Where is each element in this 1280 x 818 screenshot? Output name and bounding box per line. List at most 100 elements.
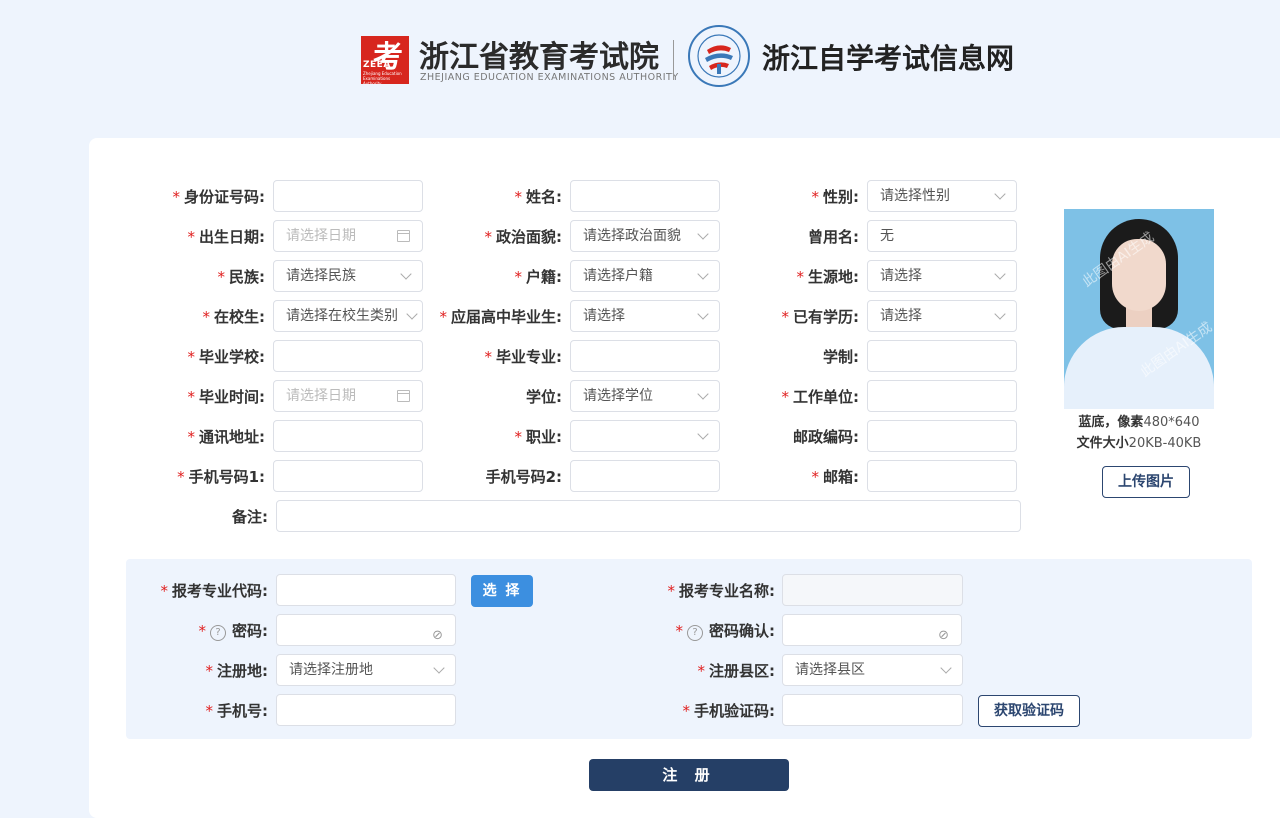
address-label: * 通讯地址: [187,428,265,446]
zeea-logo-small: Zhejiang Education Examinations Authorit… [363,71,402,84]
register-button[interactable]: 注 册 [589,759,789,791]
major-code-input[interactable] [276,574,456,606]
email-label: * 邮箱: [811,468,859,486]
duration-label: 学制: [822,348,859,366]
phone2-input[interactable] [570,460,720,492]
chevron-down-icon [406,308,418,320]
chevron-down-icon [400,268,412,280]
school-label: * 毕业学校: [187,348,265,366]
gender-label: * 性别: [811,188,859,206]
phone2-label: 手机号码2: [485,468,562,486]
id-card-input[interactable] [273,180,423,212]
upload-photo-button[interactable]: 上传图片 [1102,466,1190,498]
chevron-down-icon [697,268,709,280]
degree-label: 学位: [525,388,562,406]
photo-note-spec: 蓝底，像素480*640 [1078,415,1200,430]
postcode-label: 邮政编码: [792,428,859,446]
page-header: 考 ZEEA Zhejiang Education Examinations A… [0,0,1280,138]
in-school-select-value: 请选择在校生类别 [286,308,398,324]
remark-input[interactable] [276,500,1021,532]
header-divider [673,40,674,80]
chevron-down-icon [994,188,1006,200]
reg-county-label: * 注册县区: [697,662,775,680]
birth-date-label: * 出生日期: [187,228,265,246]
reg-county-select[interactable]: 请选择县区 [782,654,963,686]
photo-note-size: 文件大小20KB-40KB [1076,436,1202,451]
major-name-input [782,574,963,606]
birth-date-picker[interactable]: 请选择日期 [273,220,423,252]
hs-graduate-select-value: 请选择 [583,308,625,324]
email-input[interactable] [867,460,1017,492]
name-input[interactable] [570,180,720,212]
grad-time-label: * 毕业时间: [187,388,265,406]
ethnicity-select-value: 请选择民族 [286,268,356,284]
household-label: * 户籍: [514,268,562,286]
eye-off-icon[interactable]: ⊘ [432,621,443,645]
mobile-input[interactable] [276,694,456,726]
birth-date-placeholder: 请选择日期 [286,228,356,244]
chevron-down-icon [433,662,445,674]
origin-select[interactable]: 请选择 [867,260,1017,292]
chevron-down-icon [940,662,952,674]
phone1-input[interactable] [273,460,423,492]
education-select-value: 请选择 [880,308,922,324]
school-input[interactable] [273,340,423,372]
origin-label: * 生源地: [796,268,859,286]
reg-place-select-value: 请选择注册地 [289,662,373,678]
grad-time-picker[interactable]: 请选择日期 [273,380,423,412]
get-code-button[interactable]: 获取验证码 [978,695,1080,727]
education-label: * 已有学历: [781,308,859,326]
postcode-input[interactable] [867,420,1017,452]
zeea-logo-abbr: ZEEA [363,60,391,70]
org-name-en: ZHEJIANG EDUCATION EXAMINATIONS AUTHORIT… [420,72,679,83]
former-name-label: 曾用名: [807,228,859,246]
password-confirm-input[interactable]: ⊘ [782,614,962,646]
chevron-down-icon [697,308,709,320]
major-label: * 毕业专业: [484,348,562,366]
household-select[interactable]: 请选择户籍 [570,260,720,292]
chevron-down-icon [697,228,709,240]
in-school-select[interactable]: 请选择在校生类别 [273,300,423,332]
degree-select[interactable]: 请选择学位 [570,380,720,412]
reg-county-select-value: 请选择县区 [795,662,865,678]
help-icon[interactable]: ? [686,625,703,641]
political-select[interactable]: 请选择政治面貌 [570,220,720,252]
hs-graduate-select[interactable]: 请选择 [570,300,720,332]
name-label: * 姓名: [514,188,562,206]
password-confirm-label: *? 密码确认: [675,622,775,641]
gender-select[interactable]: 请选择性别 [867,180,1017,212]
remark-label: 备注: [231,508,268,526]
political-label: * 政治面貌: [484,228,562,246]
password-label: *? 密码: [198,622,268,641]
eye-off-icon[interactable]: ⊘ [938,621,949,645]
sms-code-input[interactable] [782,694,963,726]
org-name: 浙江省教育考试院 [419,40,659,75]
calendar-icon [397,230,410,242]
former-name-input[interactable]: 无 [867,220,1017,252]
zeea-logo: 考 ZEEA Zhejiang Education Examinations A… [361,36,409,84]
major-code-label: * 报考专业代码: [160,582,268,600]
major-input[interactable] [570,340,720,372]
address-input[interactable] [273,420,423,452]
calendar-icon [397,390,410,402]
help-icon[interactable]: ? [209,625,226,641]
mobile-label: * 手机号: [205,702,268,720]
exam-seal-icon [688,25,750,87]
sms-code-label: * 手机验证码: [682,702,775,720]
password-input[interactable]: ⊘ [276,614,456,646]
id-photo: 此图由AI生成 此图由AI生成 [1064,209,1214,409]
chevron-down-icon [994,308,1006,320]
occupation-select[interactable] [570,420,720,452]
origin-select-value: 请选择 [880,268,922,284]
site-name: 浙江自学考试信息网 [762,42,1015,75]
select-major-button[interactable]: 选 择 [471,575,533,607]
duration-input[interactable] [867,340,1017,372]
degree-select-value: 请选择学位 [583,388,653,404]
major-name-label: * 报考专业名称: [667,582,775,600]
in-school-label: * 在校生: [202,308,265,326]
ethnicity-select[interactable]: 请选择民族 [273,260,423,292]
education-select[interactable]: 请选择 [867,300,1017,332]
political-select-value: 请选择政治面貌 [583,228,681,244]
reg-place-select[interactable]: 请选择注册地 [276,654,456,686]
employer-input[interactable] [867,380,1017,412]
